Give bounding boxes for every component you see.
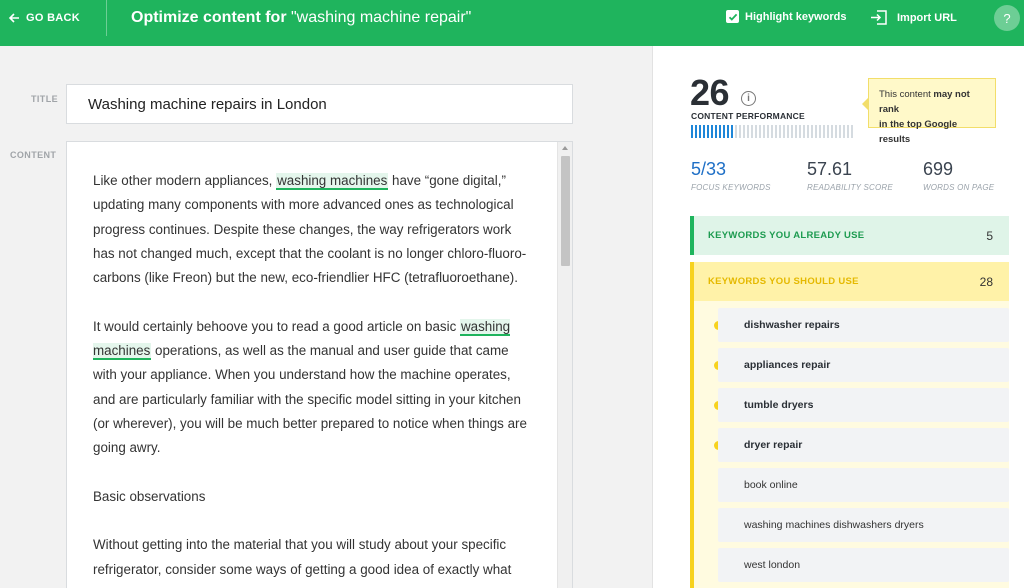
content-label: CONTENT: [10, 150, 57, 160]
stat-label: WORDS ON PAGE: [923, 183, 995, 192]
paragraph-text: Without getting into the material that y…: [93, 537, 512, 577]
scroll-thumb[interactable]: [561, 156, 570, 266]
stat-value: 699: [923, 159, 954, 179]
info-icon[interactable]: i: [741, 91, 756, 106]
top-bar: GO BACK Optimize content for "washing ma…: [0, 0, 1024, 46]
content-paragraph[interactable]: Like other modern appliances, washing ma…: [93, 169, 533, 290]
tooltip-text-pre: This content: [879, 89, 934, 100]
keywords-already-used-count: 5: [986, 228, 993, 243]
paragraph-text: It would certainly behoove you to read a…: [93, 318, 460, 334]
stat-label: READABILITY SCORE: [807, 183, 893, 192]
content-performance-bar: [691, 125, 853, 138]
content-performance-label: CONTENT PERFORMANCE: [691, 111, 805, 121]
keyword-label[interactable]: book online: [718, 468, 1009, 502]
keywords-should-use-header[interactable]: KEYWORDS YOU SHOULD USE 28: [694, 262, 1009, 301]
content-paragraph[interactable]: It would certainly behoove you to read a…: [93, 315, 533, 461]
keywords-should-use-title: KEYWORDS YOU SHOULD USE: [708, 276, 859, 287]
page-title-query: "washing machine repair": [291, 9, 472, 26]
keyword-label[interactable]: washing machines dishwashers dryers: [718, 508, 1009, 542]
stat-label: FOCUS KEYWORDS: [691, 183, 771, 192]
import-url-label: Import URL: [897, 11, 957, 24]
keywords-should-use-count: 28: [979, 274, 993, 289]
arrow-left-icon: [8, 13, 19, 23]
keywords-already-used-title: KEYWORDS YOU ALREADY USE: [708, 230, 865, 241]
stat-value: 5/33: [691, 159, 727, 179]
keyword-item[interactable]: dishwasher repairs: [694, 308, 1009, 348]
stat-value: 57.61: [807, 159, 853, 179]
paragraph-text: Basic observations: [93, 488, 206, 504]
highlight-keywords-label: Highlight keywords: [745, 10, 847, 23]
keyword-item[interactable]: west london: [694, 548, 1009, 588]
checkmark-icon: [728, 13, 737, 21]
go-back-label: GO BACK: [26, 12, 81, 24]
content-scrollbar[interactable]: [557, 142, 572, 588]
keyword-label[interactable]: dryer repair: [718, 428, 1009, 462]
keyword-item[interactable]: washing machines dishwashers dryers: [694, 508, 1009, 548]
page-title: Optimize content for "washing machine re…: [131, 9, 471, 27]
go-back-button[interactable]: GO BACK: [8, 0, 80, 36]
help-icon: ?: [1003, 10, 1011, 26]
stat-readability-score: 57.61 READABILITY SCORE: [807, 159, 893, 192]
page-title-prefix: Optimize content for: [131, 9, 291, 26]
paragraph-text: operations, as well as the manual and us…: [93, 343, 527, 456]
stat-words-on-page: 699 WORDS ON PAGE: [923, 159, 994, 192]
editor-area: TITLE Washing machine repairs in London …: [0, 46, 652, 588]
content-paragraph[interactable]: Basic observations: [93, 485, 533, 509]
ranking-tooltip: This content may not rank in the top Goog…: [862, 78, 996, 145]
highlight-keywords-checkbox[interactable]: [726, 10, 739, 23]
import-url-button[interactable]: Import URL: [870, 10, 957, 25]
highlighted-keyword: washing machines: [276, 173, 389, 190]
import-icon: [871, 10, 887, 25]
title-label: TITLE: [31, 94, 58, 104]
analysis-panel: 26 i CONTENT PERFORMANCE This content ma…: [652, 46, 1024, 588]
keyword-item[interactable]: book online: [694, 468, 1009, 508]
keyword-label[interactable]: appliances repair: [718, 348, 1009, 382]
title-input[interactable]: Washing machine repairs in London: [66, 84, 573, 124]
keyword-label[interactable]: tumble dryers: [718, 388, 1009, 422]
keywords-should-use-section: KEYWORDS YOU SHOULD USE 28 dishwasher re…: [690, 262, 1009, 588]
keywords-already-used-section[interactable]: KEYWORDS YOU ALREADY USE 5: [690, 216, 1009, 255]
content-performance-fill: [691, 125, 735, 138]
keyword-item[interactable]: dryer repair: [694, 428, 1009, 468]
stat-focus-keywords: 5/33 FOCUS KEYWORDS: [691, 159, 771, 192]
content-paragraph[interactable]: Without getting into the material that y…: [93, 533, 533, 582]
tooltip-text-post: in the top Google results: [879, 119, 958, 145]
keyword-label[interactable]: dishwasher repairs: [718, 308, 1009, 342]
highlight-keywords-toggle[interactable]: Highlight keywords: [726, 10, 846, 23]
content-editor[interactable]: Like other modern appliances, washing ma…: [66, 141, 573, 588]
help-button[interactable]: ?: [994, 5, 1020, 31]
top-divider: [106, 0, 107, 36]
paragraph-text: Like other modern appliances,: [93, 173, 277, 188]
keyword-label[interactable]: west london: [718, 548, 1009, 582]
scroll-up-icon[interactable]: [562, 146, 568, 150]
content-score: 26: [690, 72, 730, 113]
content-text[interactable]: Like other modern appliances, washing ma…: [93, 169, 533, 588]
keyword-item[interactable]: appliances repair: [694, 348, 1009, 388]
keyword-item[interactable]: tumble dryers: [694, 388, 1009, 428]
